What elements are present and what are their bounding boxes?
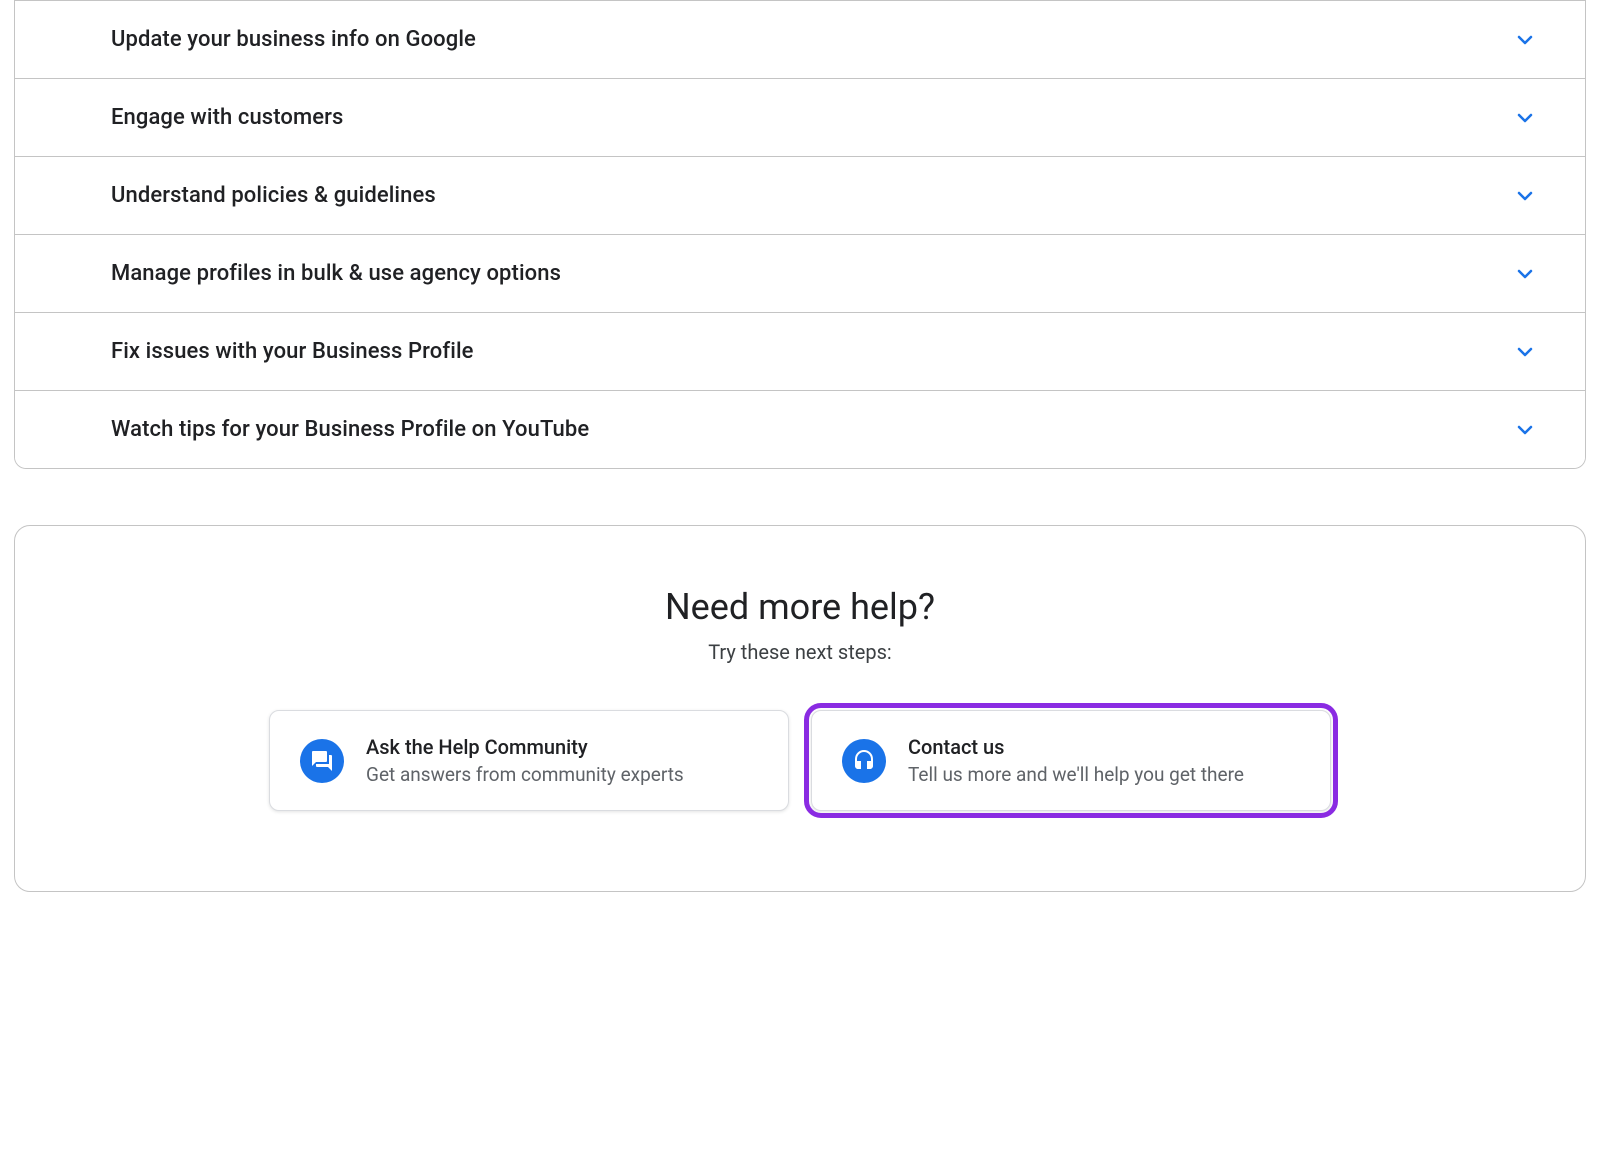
accordion-label: Watch tips for your Business Profile on … [111,417,589,442]
accordion-label: Engage with customers [111,105,343,130]
accordion-item-youtube-tips[interactable]: Watch tips for your Business Profile on … [15,391,1585,468]
accordion-item-update-business-info[interactable]: Update your business info on Google [15,1,1585,79]
chevron-down-icon [1513,262,1537,286]
help-topics-accordion: Update your business info on Google Enga… [14,0,1586,469]
help-subtitle: Try these next steps: [125,640,1475,664]
accordion-item-engage-customers[interactable]: Engage with customers [15,79,1585,157]
help-header: Need more help? Try these next steps: [125,586,1475,664]
chevron-down-icon [1513,340,1537,364]
accordion-label: Update your business info on Google [111,27,476,52]
chevron-down-icon [1513,184,1537,208]
help-cards-row: Ask the Help Community Get answers from … [125,710,1475,811]
help-card-title: Ask the Help Community [366,735,684,759]
need-more-help-panel: Need more help? Try these next steps: As… [14,525,1586,892]
accordion-item-fix-issues[interactable]: Fix issues with your Business Profile [15,313,1585,391]
accordion-item-policies-guidelines[interactable]: Understand policies & guidelines [15,157,1585,235]
forum-icon [300,739,344,783]
accordion-label: Fix issues with your Business Profile [111,339,474,364]
help-card-contact-us[interactable]: Contact us Tell us more and we'll help y… [811,710,1331,811]
accordion-label: Manage profiles in bulk & use agency opt… [111,261,561,286]
headset-icon [842,739,886,783]
accordion-label: Understand policies & guidelines [111,183,436,208]
help-card-desc: Get answers from community experts [366,763,684,786]
help-card-text: Ask the Help Community Get answers from … [366,735,684,786]
chevron-down-icon [1513,28,1537,52]
help-card-text: Contact us Tell us more and we'll help y… [908,735,1244,786]
help-card-title: Contact us [908,735,1244,759]
help-card-desc: Tell us more and we'll help you get ther… [908,763,1244,786]
help-title: Need more help? [125,586,1475,628]
help-card-community[interactable]: Ask the Help Community Get answers from … [269,710,789,811]
chevron-down-icon [1513,418,1537,442]
accordion-item-manage-bulk-profiles[interactable]: Manage profiles in bulk & use agency opt… [15,235,1585,313]
chevron-down-icon [1513,106,1537,130]
